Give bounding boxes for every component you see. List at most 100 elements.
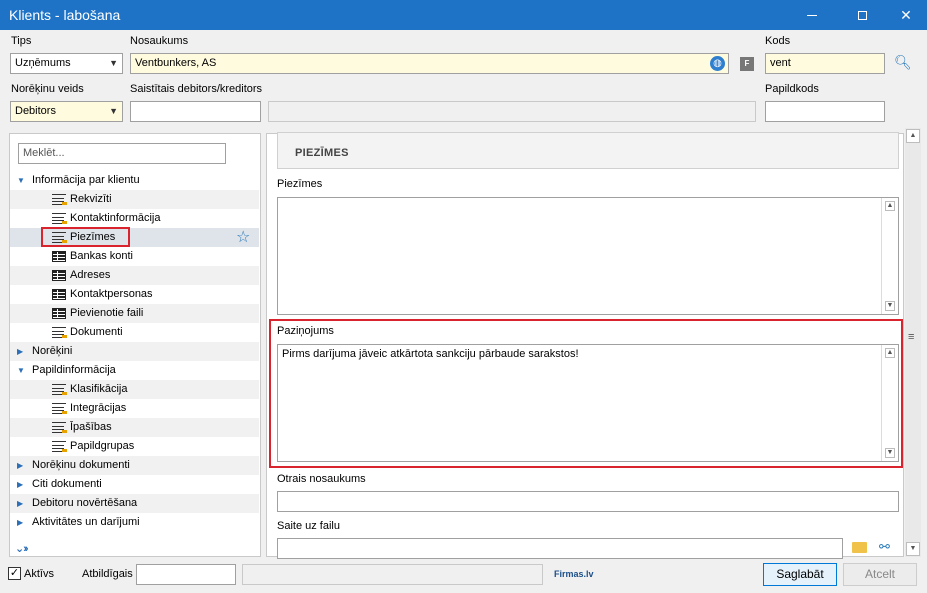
close-icon: ✕ xyxy=(900,6,912,23)
tree-item-label: Citi dokumenti xyxy=(32,478,102,490)
tree-item[interactable]: ▶ Citi dokumenti xyxy=(10,475,259,494)
window-title: Klients - labošana xyxy=(9,7,121,23)
aktivs-label: Aktīvs xyxy=(24,568,54,580)
maximize-icon xyxy=(857,10,867,20)
tree-item[interactable]: Īpašības xyxy=(10,418,259,437)
atbildigais-input[interactable] xyxy=(136,564,236,585)
document-edit-icon xyxy=(52,403,67,414)
saite-input[interactable] xyxy=(277,538,843,559)
table-icon xyxy=(52,308,66,319)
globe-icon[interactable]: ◍ xyxy=(710,56,725,71)
f-button[interactable]: F xyxy=(740,57,754,71)
document-edit-icon xyxy=(52,384,67,395)
maximize-button[interactable] xyxy=(839,0,885,30)
kods-input[interactable]: vent xyxy=(765,53,885,74)
checkmark-icon: ✓ xyxy=(9,567,20,579)
panel-scrollbar[interactable]: ▲ ≡ ▼ xyxy=(905,128,921,557)
table-icon xyxy=(52,251,66,262)
chevron-down-icon[interactable]: ▼ xyxy=(17,361,25,380)
tree-item[interactable]: ▶ Norēķinu dokumenti xyxy=(10,456,259,475)
atbildigais-label: Atbildīgais xyxy=(82,568,133,580)
tree-item[interactable]: Klasifikācija xyxy=(10,380,259,399)
chevron-down-icon[interactable]: ▼ xyxy=(17,171,25,190)
document-edit-icon xyxy=(52,213,67,224)
chevron-right-icon[interactable]: ▶ xyxy=(17,456,23,475)
otrais-nosaukums-label: Otrais nosaukums xyxy=(277,473,366,485)
saite-label: Saite uz failu xyxy=(277,520,340,532)
document-edit-icon xyxy=(52,327,67,338)
folder-icon[interactable] xyxy=(852,542,867,553)
tree-item-label: Papildgrupas xyxy=(70,440,135,452)
nosaukums-input[interactable]: Ventbunkers, AS xyxy=(130,53,729,74)
minimize-icon xyxy=(807,14,817,16)
tree-item[interactable]: ▶ Norēķini xyxy=(10,342,259,361)
table-icon xyxy=(52,289,66,300)
tree-item-label: Īpašības xyxy=(70,421,112,433)
minimize-button[interactable] xyxy=(789,0,835,30)
tree-item[interactable]: Bankas konti xyxy=(10,247,259,266)
nosaukums-value: Ventbunkers, AS xyxy=(135,57,217,69)
document-edit-icon xyxy=(52,441,67,452)
tree-item-label: Papildinformācija xyxy=(32,364,116,376)
aktivs-checkbox[interactable]: ✓ xyxy=(8,567,21,580)
expand-all-icon[interactable]: ⌄ ›› xyxy=(15,542,29,555)
scroll-down-icon[interactable]: ▼ xyxy=(885,301,895,311)
kods-label: Kods xyxy=(765,35,791,47)
tree-item[interactable]: Kontaktinformācija xyxy=(10,209,259,228)
scroll-down-icon[interactable]: ▼ xyxy=(906,542,920,556)
otrais-nosaukums-input[interactable] xyxy=(277,491,899,512)
scroll-up-icon[interactable]: ▲ xyxy=(885,201,895,211)
link-icon[interactable]: ⚯ xyxy=(879,539,896,554)
close-button[interactable]: ✕ xyxy=(883,0,927,30)
tree-item[interactable]: Adreses xyxy=(10,266,259,285)
section-title: PIEZĪMES xyxy=(277,132,899,169)
tree-item[interactable]: ▼ Papildinformācija xyxy=(10,361,259,380)
chevron-down-icon: ▼ xyxy=(109,58,118,68)
papildkods-label: Papildkods xyxy=(765,83,819,95)
tree-item[interactable]: Rekvizīti xyxy=(10,190,259,209)
tree-item-label: Adreses xyxy=(70,269,111,281)
tree-item-label: Norēķinu dokumenti xyxy=(32,459,130,471)
tree-item[interactable]: ▶ Debitoru novērtēšana xyxy=(10,494,259,513)
tree-item[interactable]: ▼ Informācija par klientu xyxy=(10,171,259,190)
tips-label: Tips xyxy=(11,35,32,47)
document-edit-icon xyxy=(52,194,67,205)
tree-item[interactable]: ▶ Aktivitātes un darījumi xyxy=(10,513,259,532)
norekinu-veids-label: Norēķinu veids xyxy=(11,83,84,95)
scroll-grip-icon[interactable]: ≡ xyxy=(908,331,914,343)
tree-item[interactable]: Pievienotie faili xyxy=(10,304,259,323)
tips-value: Uzņēmums xyxy=(15,57,71,69)
papildkods-input[interactable] xyxy=(765,101,885,122)
norekinu-veids-value: Debitors xyxy=(15,105,56,117)
saistitais-input[interactable] xyxy=(130,101,261,122)
save-button[interactable]: Saglabāt xyxy=(763,563,837,586)
nosaukums-label: Nosaukums xyxy=(130,35,189,47)
tips-select[interactable]: Uzņēmums ▼ xyxy=(10,53,123,74)
chevron-right-icon[interactable]: ▶ xyxy=(17,513,23,532)
tree-item[interactable]: Integrācijas xyxy=(10,399,259,418)
tree-item-label: Aktivitātes un darījumi xyxy=(32,516,140,528)
chevron-right-icon[interactable]: ▶ xyxy=(17,494,23,513)
textarea-scrollbar[interactable]: ▲ ▼ xyxy=(881,198,898,314)
chevron-right-icon[interactable]: ▶ xyxy=(17,475,23,494)
piezimes-textarea[interactable]: ▲ ▼ xyxy=(277,197,899,315)
highlight-frame xyxy=(41,227,130,247)
tree-item[interactable]: Papildgrupas xyxy=(10,437,259,456)
search-icon[interactable]: 🔍︎ xyxy=(894,54,912,72)
cancel-button[interactable]: Atcelt xyxy=(843,563,917,586)
tree-search-input[interactable]: Meklēt... xyxy=(18,143,226,164)
document-edit-icon xyxy=(52,422,67,433)
scroll-up-icon[interactable]: ▲ xyxy=(906,129,920,143)
tree-item-label: Kontaktpersonas xyxy=(70,288,153,300)
favorite-star-icon[interactable]: ☆ xyxy=(236,228,250,247)
tree-item-label: Bankas konti xyxy=(70,250,133,262)
highlight-frame xyxy=(269,319,903,468)
tree-item-label: Informācija par klientu xyxy=(32,174,140,186)
chevron-right-icon[interactable]: ▶ xyxy=(17,342,23,361)
brand-logo: Firmas.lv xyxy=(554,569,594,579)
tree-item[interactable]: Dokumenti xyxy=(10,323,259,342)
tree-item-label: Kontaktinformācija xyxy=(70,212,161,224)
norekinu-veids-select[interactable]: Debitors ▼ xyxy=(10,101,123,122)
tree-item[interactable]: Kontaktpersonas xyxy=(10,285,259,304)
saistitais-name-field xyxy=(268,101,756,122)
